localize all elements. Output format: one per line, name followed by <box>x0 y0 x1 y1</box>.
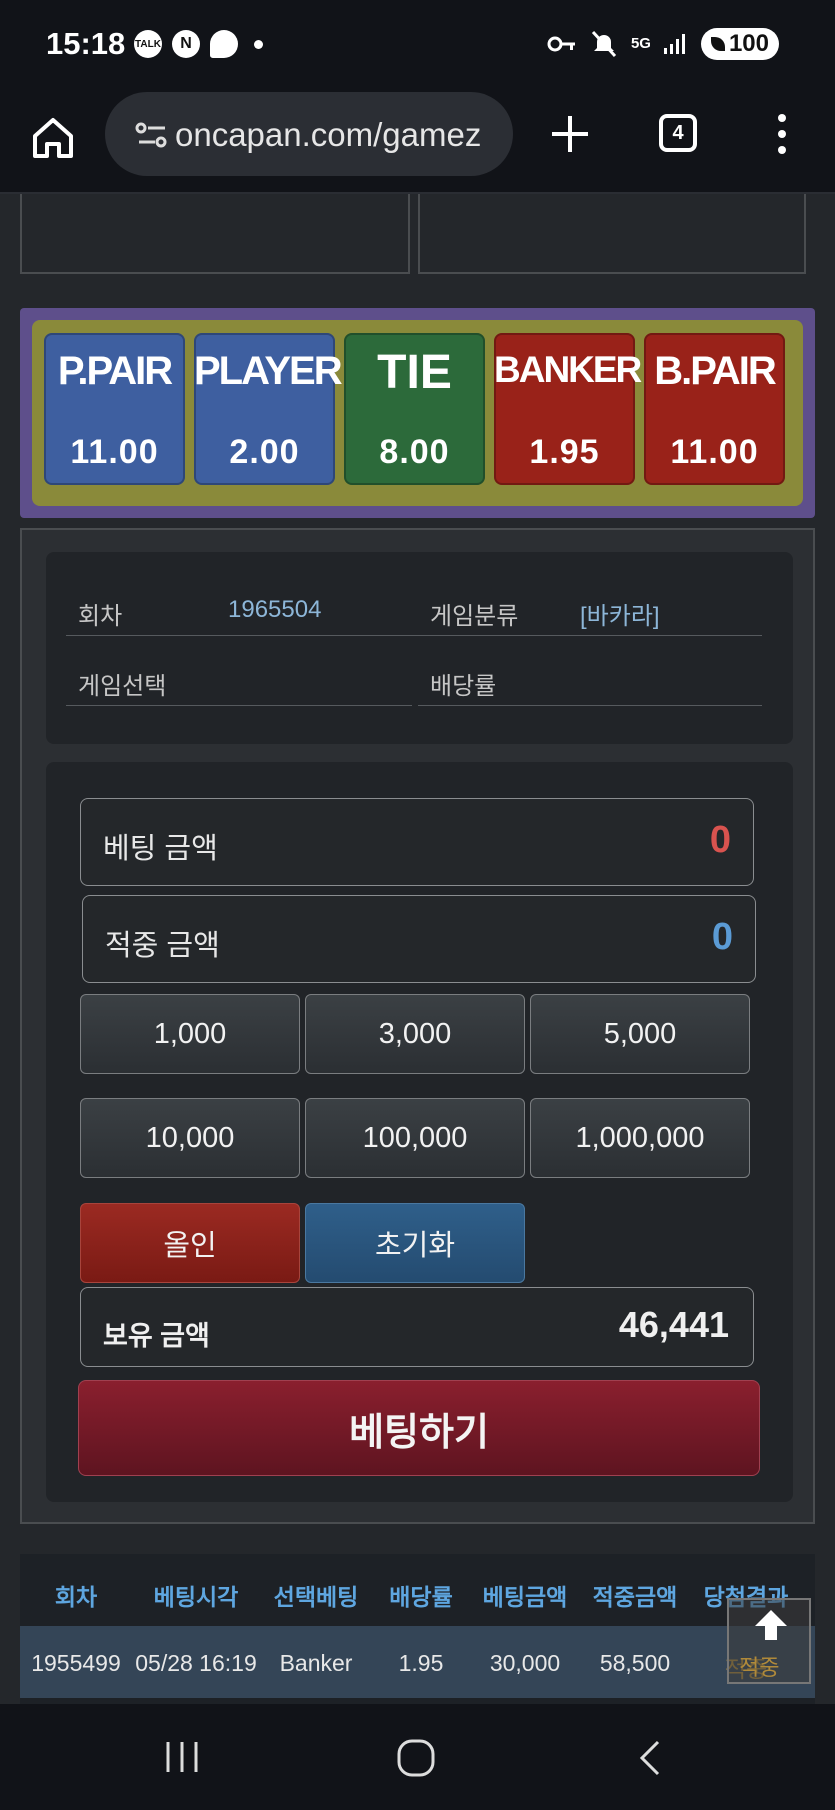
win-amount-value: 0 <box>711 916 733 958</box>
odds-button-tie[interactable]: TIE 8.00 <box>344 333 485 485</box>
top-panel-right <box>418 194 806 274</box>
odds-board-inner: P.PAIR 11.00 PLAYER 2.00 TIE 8.00 BANKER… <box>32 320 803 506</box>
system-nav-bar <box>0 1704 835 1810</box>
signal-icon <box>663 34 685 54</box>
top-panel-left <box>20 194 410 274</box>
key-icon <box>547 36 575 52</box>
status-time: 15:18 <box>46 26 126 61</box>
arrow-up-icon <box>755 1610 787 1640</box>
column-header: 베팅금액 <box>482 1584 568 1610</box>
table-header: 회차 베팅시각 선택베팅 배당률 베팅금액 적중금액 당첨결과 <box>20 1554 815 1626</box>
amount-button-5000[interactable]: 5,000 <box>530 994 750 1074</box>
category-label: 게임분류 <box>430 603 519 630</box>
reset-button[interactable]: 초기화 <box>305 1203 525 1283</box>
bet-amount-value: 0 <box>709 819 731 861</box>
url-text: oncapan.com/gamez <box>175 116 482 153</box>
naver-icon: N <box>172 30 200 58</box>
category-value: [바카라] <box>580 603 660 630</box>
table-cell: 30,000 <box>489 1650 561 1676</box>
status-right: 5G 100 <box>547 28 779 60</box>
table-cell: 05/28 16:19 <box>135 1650 257 1676</box>
new-tab-icon[interactable] <box>548 112 592 156</box>
table-cell: Banker <box>279 1650 353 1676</box>
odds-button-banker[interactable]: BANKER 1.95 <box>494 333 642 485</box>
leaf-icon <box>710 37 725 51</box>
home-icon[interactable] <box>30 114 76 160</box>
win-amount-label: 적중 금액 <box>105 930 220 962</box>
amount-button-1000000[interactable]: 1,000,000 <box>530 1098 750 1178</box>
holding-label: 보유 금액 <box>103 1321 210 1351</box>
odds-value: 11.00 <box>70 433 159 471</box>
amount-button-1000[interactable]: 1,000 <box>80 994 300 1074</box>
holding-amount-field: 보유 금액 46,441 <box>80 1287 754 1367</box>
odds-rate-label: 배당률 <box>430 673 497 700</box>
bet-form: 베팅 금액 0 적중 금액 0 1,000 3,000 5,000 10,000… <box>46 762 793 1502</box>
odds-value: 8.00 <box>379 433 450 471</box>
round-value: 1965504 <box>228 596 322 623</box>
game-info-card: 회차 1965504 게임분류 [바카라] 게임선택 배당률 <box>46 552 793 744</box>
status-bar: 15:18 TALK N 5G 100 <box>0 0 835 92</box>
odds-name: PLAYER <box>194 349 343 393</box>
more-notifications-dot <box>254 39 263 49</box>
home-nav-icon[interactable] <box>396 1738 436 1778</box>
category-cell: 게임분류 [바카라] <box>418 578 762 636</box>
scroll-to-top-label: 적중 <box>739 1655 780 1680</box>
odds-name: B.PAIR <box>654 349 777 393</box>
mute-icon <box>591 30 617 58</box>
odds-button-p-pair[interactable]: P.PAIR 11.00 <box>44 333 185 485</box>
column-header: 베팅시각 <box>153 1584 239 1610</box>
odds-name: BANKER <box>494 349 642 390</box>
browser-toolbar: oncapan.com/gamez 4 <box>0 92 835 194</box>
page-content: P.PAIR 11.00 PLAYER 2.00 TIE 8.00 BANKER… <box>0 194 835 1704</box>
place-bet-button[interactable]: 베팅하기 <box>78 1380 760 1476</box>
amount-button-100000[interactable]: 100,000 <box>305 1098 525 1178</box>
odds-rate-cell: 배당률 <box>418 648 762 706</box>
odds-name: TIE <box>377 346 452 399</box>
bet-amount-field: 베팅 금액 0 <box>80 798 754 886</box>
bet-history-table: 회차 베팅시각 선택베팅 배당률 베팅금액 적중금액 당첨결과 1955499 … <box>20 1554 815 1704</box>
odds-value: 1.95 <box>529 433 600 471</box>
amount-button-10000[interactable]: 10,000 <box>80 1098 300 1178</box>
more-menu-icon[interactable] <box>774 110 790 158</box>
back-nav-icon[interactable] <box>636 1738 664 1778</box>
bet-panel: 회차 1965504 게임분류 [바카라] 게임선택 배당률 베팅 금액 0 적… <box>20 528 815 1524</box>
holding-value: 46,441 <box>618 1304 729 1345</box>
table-row: 1955499 05/28 16:19 Banker 1.95 30,000 5… <box>20 1626 815 1698</box>
chat-bubble-icon <box>210 30 238 58</box>
table-cell: 1.95 <box>398 1650 444 1676</box>
odds-button-player[interactable]: PLAYER 2.00 <box>194 333 343 485</box>
selection-label: 게임선택 <box>78 673 167 700</box>
selection-cell: 게임선택 <box>66 648 412 706</box>
round-label: 회차 <box>78 603 123 630</box>
scroll-to-top-button[interactable]: 적중 <box>727 1598 811 1684</box>
site-settings-icon[interactable] <box>135 120 169 150</box>
address-bar[interactable]: oncapan.com/gamez <box>105 92 513 176</box>
table-cell: 1955499 <box>31 1650 121 1676</box>
round-cell: 회차 1965504 <box>66 578 418 636</box>
column-header: 선택베팅 <box>273 1584 359 1610</box>
odds-board: P.PAIR 11.00 PLAYER 2.00 TIE 8.00 BANKER… <box>20 308 815 518</box>
amount-button-3000[interactable]: 3,000 <box>305 994 525 1074</box>
win-amount-field: 적중 금액 0 <box>82 895 756 983</box>
tab-switcher-button[interactable]: 4 <box>659 114 697 152</box>
all-in-button[interactable]: 올인 <box>80 1203 300 1283</box>
odds-button-b-pair[interactable]: B.PAIR 11.00 <box>644 333 785 485</box>
odds-value: 2.00 <box>229 433 300 471</box>
battery-indicator: 100 <box>700 28 779 60</box>
odds-name: P.PAIR <box>57 349 173 393</box>
notification-icons: TALK N <box>134 30 263 58</box>
network-5g-icon: 5G <box>630 35 651 52</box>
column-header: 회차 <box>54 1584 98 1610</box>
bet-amount-label: 베팅 금액 <box>103 833 218 865</box>
battery-level: 100 <box>728 30 769 57</box>
table-cell: 58,500 <box>599 1650 671 1676</box>
recent-apps-icon[interactable] <box>162 1740 202 1774</box>
talk-icon: TALK <box>134 30 162 58</box>
column-header: 적중금액 <box>592 1584 678 1610</box>
column-header: 배당률 <box>389 1584 453 1610</box>
odds-value: 11.00 <box>670 433 759 471</box>
